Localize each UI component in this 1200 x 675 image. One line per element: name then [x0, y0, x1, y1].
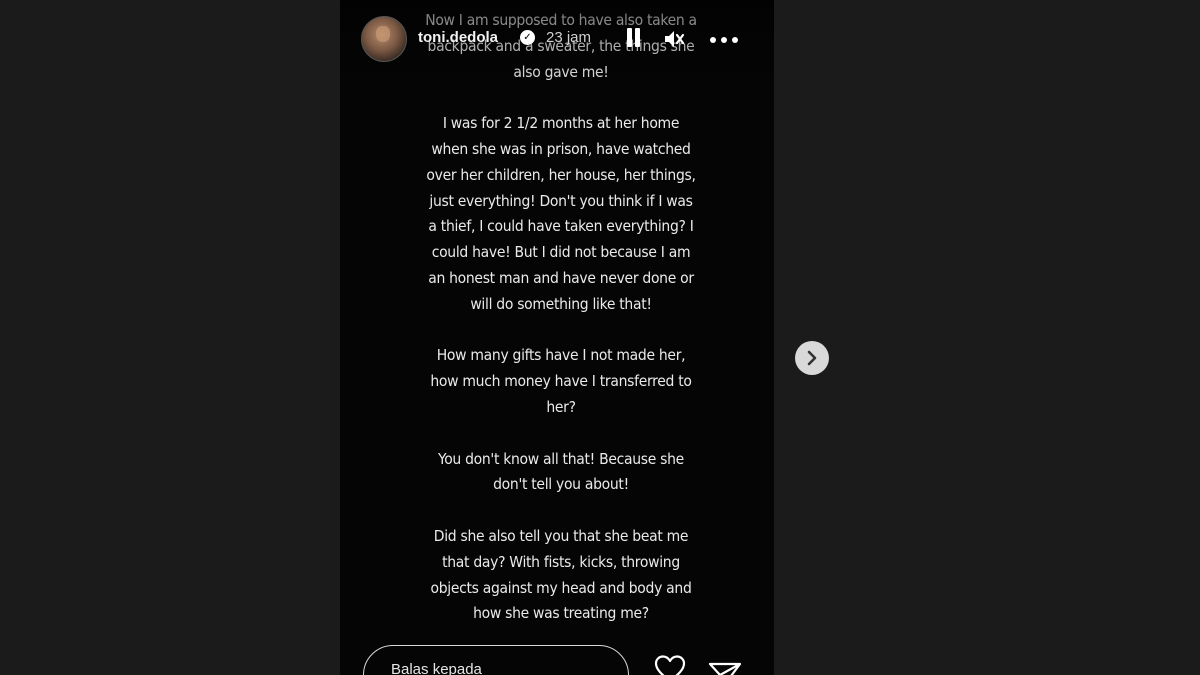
heart-icon — [654, 655, 686, 675]
story-text: Now I am supposed to have also taken a b… — [340, 8, 774, 653]
story-paragraph: You don't know all that! Because she don… — [438, 449, 684, 494]
story-frame[interactable]: Now I am supposed to have also taken a b… — [340, 0, 774, 675]
like-button[interactable] — [653, 654, 687, 675]
username-link[interactable]: toni.dedola — [418, 29, 498, 46]
story-paragraph: Did she also tell you that she beat me t… — [430, 526, 692, 623]
chevron-right-icon — [807, 350, 817, 366]
story-paragraph: I was for 2 1/2 months at her home when … — [426, 114, 696, 313]
pause-icon-bar — [635, 28, 640, 47]
story-paragraph: How many gifts have I not made her, how … — [430, 346, 692, 416]
reply-input[interactable]: Balas kepada — [363, 645, 629, 675]
more-options-icon — [710, 37, 716, 43]
mute-button[interactable] — [662, 27, 686, 51]
next-story-button[interactable] — [795, 341, 829, 375]
story-header: toni.dedola ✓ 23 jam — [340, 14, 774, 64]
reply-placeholder: Balas kepada — [391, 661, 482, 675]
more-options-dot — [732, 37, 738, 43]
timestamp: 23 jam — [546, 29, 592, 46]
share-button[interactable] — [708, 660, 742, 675]
pause-icon — [627, 28, 632, 47]
verified-badge-icon: ✓ — [520, 30, 535, 45]
send-icon — [708, 662, 742, 675]
pause-button[interactable] — [622, 26, 644, 50]
more-options-dot — [721, 37, 727, 43]
story-viewer: Now I am supposed to have also taken a b… — [0, 0, 1200, 675]
volume-muted-icon — [665, 31, 685, 47]
more-options-button[interactable] — [710, 36, 740, 44]
avatar[interactable] — [361, 16, 407, 62]
